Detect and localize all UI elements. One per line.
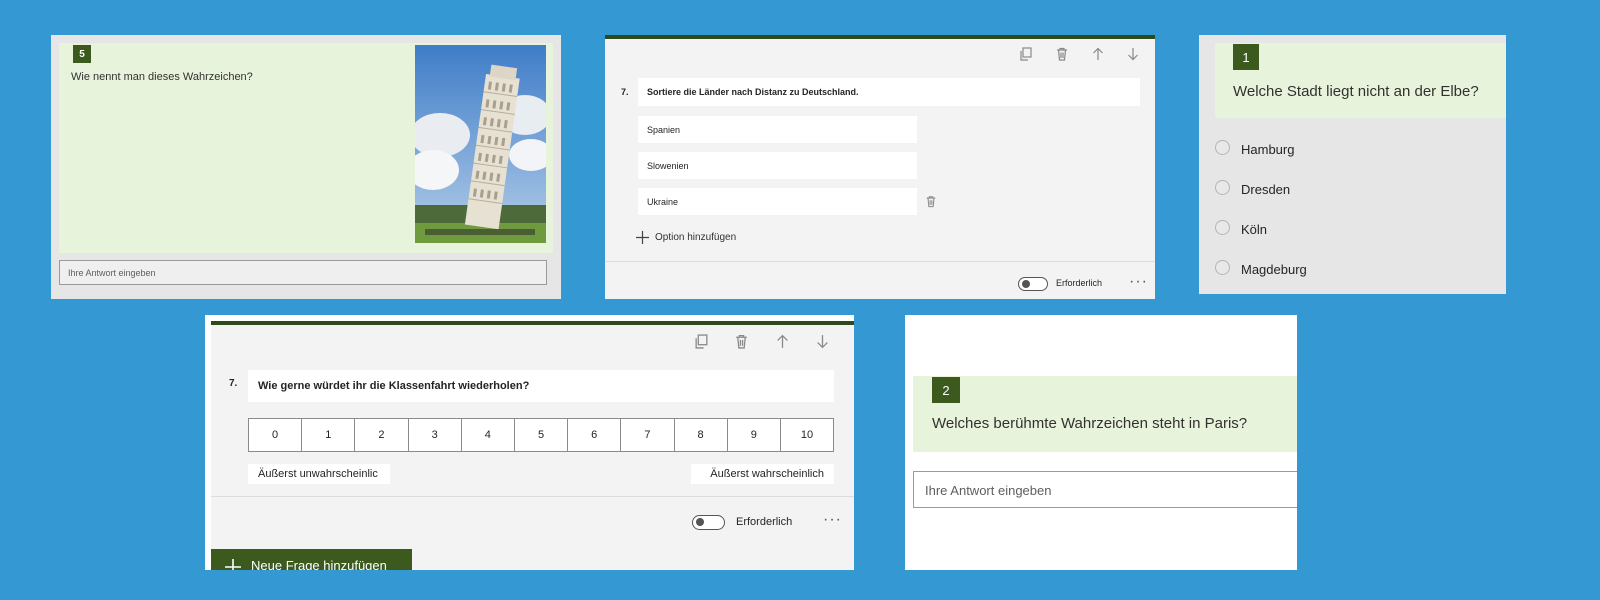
question-number: 7. <box>621 87 629 97</box>
answer-placeholder: Ihre Antwort eingeben <box>68 268 156 278</box>
question-title: Sortiere die Länder nach Distanz zu Deut… <box>647 87 859 97</box>
option-label: Magdeburg <box>1241 262 1307 277</box>
delete-option-icon[interactable] <box>925 195 937 208</box>
card-divider <box>605 261 1155 262</box>
rating-cell[interactable]: 6 <box>568 419 622 451</box>
answer-input[interactable]: Ihre Antwort eingeben <box>59 260 547 285</box>
question-card-rating: 7. Wie gerne würdet ihr die Klassenfahrt… <box>205 315 854 570</box>
question-number-badge: 2 <box>932 377 960 403</box>
question-number-badge: 1 <box>1233 44 1259 70</box>
low-label-field[interactable]: Äußerst unwahrscheinlic <box>248 464 390 484</box>
trash-icon[interactable] <box>1055 47 1073 65</box>
rating-cell[interactable]: 7 <box>621 419 675 451</box>
rating-cell[interactable]: 8 <box>675 419 728 451</box>
trash-icon[interactable] <box>734 334 752 352</box>
question-title: Wie nennt man dieses Wahrzeichen? <box>71 71 253 83</box>
question-title: Welches berühmte Wahrzeichen steht in Pa… <box>932 415 1248 432</box>
rating-cell[interactable]: 0 <box>249 419 303 451</box>
question-title: Welche Stadt liegt nicht an der Elbe? <box>1233 83 1479 100</box>
required-label: Erforderlich <box>736 516 793 528</box>
radio-button[interactable] <box>1215 140 1230 155</box>
more-options-button[interactable]: ··· <box>823 511 842 529</box>
copy-icon[interactable] <box>1019 47 1037 65</box>
option-label: Dresden <box>1241 182 1291 197</box>
rating-cell[interactable]: 4 <box>462 419 515 451</box>
landmark-image <box>415 45 546 243</box>
ranking-option[interactable]: Slowenien <box>638 152 917 179</box>
question-number-badge: 5 <box>73 45 91 63</box>
question-title-field[interactable]: Sortiere die Länder nach Distanz zu Deut… <box>638 78 1140 106</box>
radio-button[interactable] <box>1215 180 1230 195</box>
copy-icon[interactable] <box>694 334 712 352</box>
choice-option[interactable]: Köln <box>1215 220 1495 240</box>
required-toggle[interactable] <box>692 515 725 530</box>
choice-option[interactable]: Magdeburg <box>1215 260 1495 280</box>
ranking-option[interactable]: Ukraine <box>638 188 917 215</box>
question-card-text: 2 Welches berühmte Wahrzeichen steht in … <box>905 315 1297 570</box>
radio-button[interactable] <box>1215 220 1230 235</box>
question-card-ranking: 7. Sortiere die Länder nach Distanz zu D… <box>605 35 1155 299</box>
question-number: 7. <box>229 378 238 389</box>
rating-cell[interactable]: 10 <box>781 419 833 451</box>
high-label: Äußerst wahrscheinlich <box>710 468 824 480</box>
rating-cell[interactable]: 9 <box>728 419 781 451</box>
option-label: Köln <box>1241 222 1268 237</box>
plus-icon <box>225 559 241 570</box>
question-header <box>913 376 1297 452</box>
arrow-down-icon[interactable] <box>1126 47 1144 65</box>
high-label-field[interactable]: Äußerst wahrscheinlich <box>691 464 834 484</box>
question-title-field[interactable]: Wie gerne würdet ihr die Klassenfahrt wi… <box>248 370 834 402</box>
new-question-button[interactable]: Neue Frage hinzufügen <box>211 549 412 570</box>
low-label: Äußerst unwahrscheinlic <box>258 468 378 480</box>
add-option-label: Option hinzufügen <box>655 232 737 243</box>
rating-cell[interactable]: 1 <box>302 419 356 451</box>
question-toolbar <box>1019 47 1144 67</box>
rating-cell[interactable]: 3 <box>409 419 462 451</box>
required-toggle[interactable] <box>1018 277 1048 291</box>
arrow-down-icon[interactable] <box>815 334 833 352</box>
arrow-up-icon[interactable] <box>775 334 793 352</box>
question-toolbar <box>694 334 834 354</box>
more-options-button[interactable]: ··· <box>1129 273 1148 291</box>
required-label: Erforderlich <box>1056 278 1103 288</box>
rating-scale: 0 1 2 3 4 5 6 7 8 9 10 <box>248 418 834 452</box>
card-divider <box>211 496 854 497</box>
answer-placeholder: Ihre Antwort eingeben <box>925 483 1052 498</box>
question-title: Wie gerne würdet ihr die Klassenfahrt wi… <box>258 380 530 392</box>
question-card-landmark: 5 Wie nennt man dieses Wahrzeichen? Ihre… <box>51 35 561 299</box>
question-card-choice: 1 Welche Stadt liegt nicht an der Elbe? … <box>1199 35 1506 294</box>
rating-cell[interactable]: 2 <box>355 419 409 451</box>
add-option-button[interactable]: Option hinzufügen <box>636 231 736 244</box>
option-label: Spanien <box>647 125 681 135</box>
option-label: Ukraine <box>647 197 679 207</box>
radio-button[interactable] <box>1215 260 1230 275</box>
plus-icon <box>636 231 649 244</box>
option-label: Hamburg <box>1241 142 1295 157</box>
choice-option[interactable]: Dresden <box>1215 180 1495 200</box>
answer-input[interactable]: Ihre Antwort eingeben <box>913 471 1297 508</box>
choice-option[interactable]: Hamburg <box>1215 140 1495 160</box>
option-label: Slowenien <box>647 161 689 171</box>
ranking-option[interactable]: Spanien <box>638 116 917 143</box>
arrow-up-icon[interactable] <box>1091 47 1109 65</box>
new-question-label: Neue Frage hinzufügen <box>251 558 387 570</box>
rating-cell[interactable]: 5 <box>515 419 569 451</box>
